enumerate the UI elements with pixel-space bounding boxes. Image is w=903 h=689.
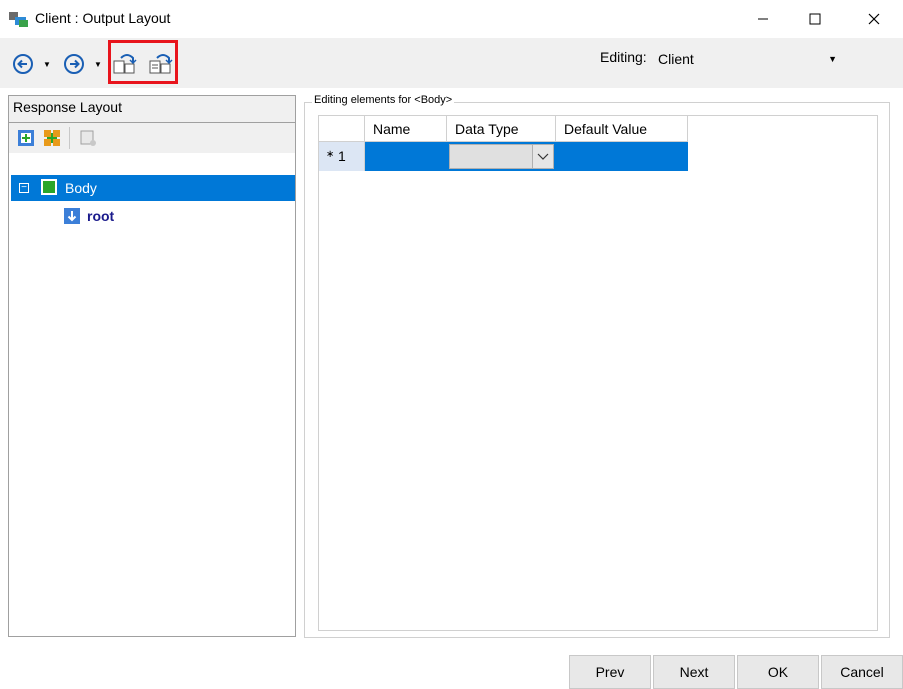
minimize-button[interactable] [740,0,786,38]
column-header-name[interactable]: Name [365,116,447,142]
grid-corner-header [319,116,365,142]
forward-button[interactable] [63,53,85,78]
new-row-marker-icon: ∗ [326,149,335,160]
cell-data-type[interactable] [447,142,556,171]
forward-arrow-icon [64,54,84,74]
tree-node-body-label: Body [65,180,97,196]
close-icon [868,13,880,25]
minimize-icon [758,18,768,20]
back-dropdown-icon[interactable]: ▼ [43,60,51,69]
close-button[interactable] [851,0,897,38]
next-button[interactable]: Next [653,655,735,689]
chevron-down-icon: ▼ [828,54,837,64]
ok-button[interactable]: OK [737,655,819,689]
back-button[interactable] [12,53,34,78]
editing-label: Editing: [600,49,647,65]
cell-name[interactable] [365,142,447,171]
remove-element-button[interactable] [79,129,97,150]
elements-grid: Name Data Type Default Value ∗ 1 [318,115,878,631]
tree-node-root-label[interactable]: root [87,208,114,224]
tree-node-body[interactable]: − Body [11,175,295,201]
data-type-dropdown-button[interactable] [532,145,553,168]
down-arrow-icon [64,208,80,224]
root-node-icon [64,208,80,224]
add-group-button[interactable] [43,129,61,150]
row-number: 1 [338,148,346,164]
cancel-button[interactable]: Cancel [821,655,903,689]
body-node-icon [41,179,57,195]
highlight-annotation-box [108,40,178,84]
column-header-default-value[interactable]: Default Value [556,116,688,142]
forward-dropdown-icon[interactable]: ▼ [94,60,102,69]
chevron-down-icon [537,153,549,160]
back-arrow-icon [13,54,33,74]
window-title: Client : Output Layout [35,10,171,26]
tree-toolbar [9,123,295,153]
maximize-button[interactable] [792,0,838,38]
add-element-icon [18,130,34,146]
response-layout-header: Response Layout [9,96,295,123]
add-group-icon [44,130,60,146]
editing-select-value: Client [658,51,694,67]
app-icon [9,10,29,28]
collapse-icon[interactable]: − [19,183,29,193]
editing-select[interactable]: Client ▼ [654,46,842,72]
response-layout-panel: Response Layout − Body root [8,95,296,637]
remove-element-icon [80,130,96,146]
column-header-data-type[interactable]: Data Type [447,116,556,142]
cell-default-value[interactable] [556,142,688,171]
toolbar-divider [69,127,70,149]
response-layout-title: Response Layout [13,99,122,115]
add-element-button[interactable] [17,129,35,150]
prev-button[interactable]: Prev [569,655,651,689]
data-type-select[interactable] [449,144,554,169]
row-header[interactable]: ∗ 1 [319,142,365,171]
maximize-icon [809,13,821,25]
editing-elements-legend: Editing elements for <Body> [312,94,455,106]
